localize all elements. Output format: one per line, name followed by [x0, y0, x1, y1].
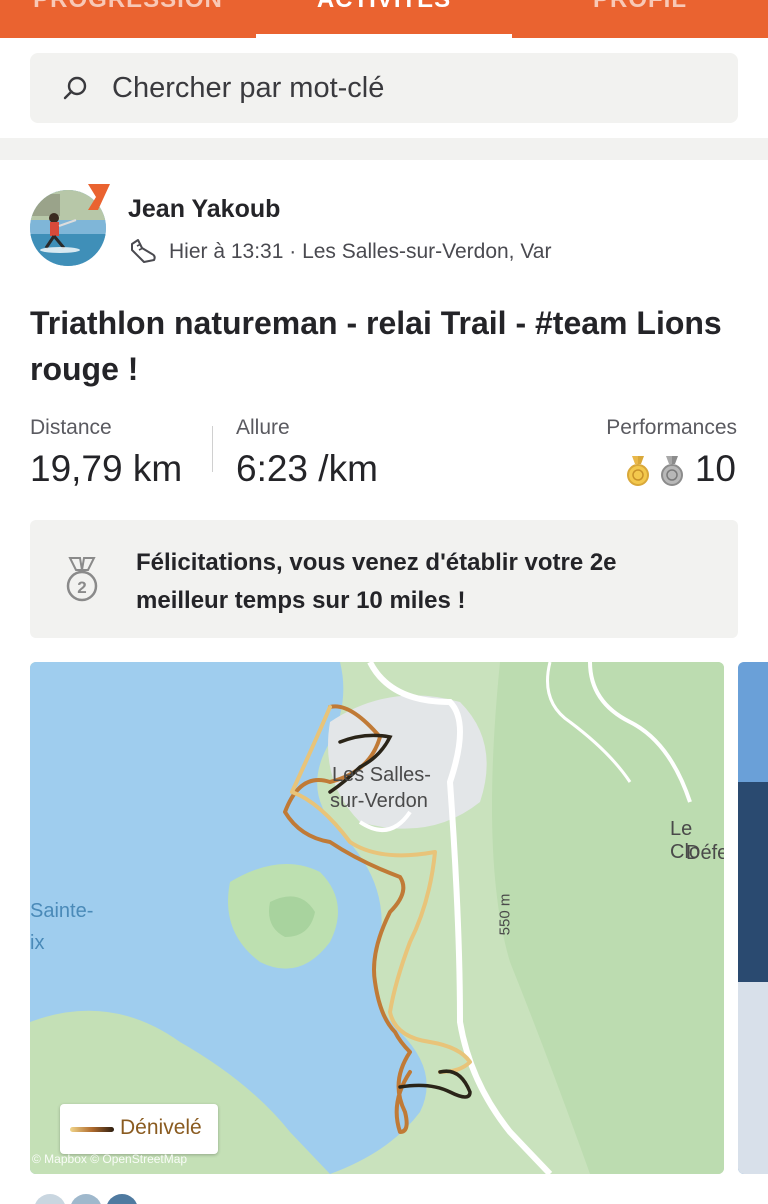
legend-label: Dénivelé [120, 1116, 202, 1139]
elevation-gradient [70, 1127, 114, 1132]
activity-card[interactable]: Jean Yakoub Hier à 13:31 · Les Salles-su… [0, 160, 768, 1204]
tab-profil[interactable]: PROFIL [512, 0, 768, 16]
subscriber-badge-icon [88, 184, 110, 210]
pace-label: Allure [236, 416, 290, 439]
distance-label: Distance [30, 416, 112, 439]
map-attribution[interactable]: © Mapbox © OpenStreetMap [32, 1152, 187, 1166]
medal-rank: 2 [77, 578, 86, 597]
elevation-legend[interactable]: Dénivelé [60, 1104, 218, 1154]
search-bar[interactable]: Chercher par mot-clé [30, 53, 738, 123]
map-lake-label: Sainte- [30, 900, 94, 922]
pace-value: 6:23 /km [236, 448, 378, 489]
athlete-name[interactable]: Jean Yakoub [128, 195, 280, 224]
map-town-label: Les Salles- [332, 764, 431, 786]
medals-icon [627, 456, 683, 486]
map-place-label-2: Défe [686, 842, 724, 864]
distance-value: 19,79 km [30, 448, 183, 489]
activity-meta: Hier à 13:31 · Les Salles-sur-Verdon, Va… [169, 240, 552, 263]
map-lake-label-2: ix [30, 932, 45, 954]
map-canvas [30, 662, 724, 1174]
tab-activites[interactable]: ACTIVITÉS [256, 0, 512, 16]
search-section: Chercher par mot-clé [0, 38, 768, 138]
search-input[interactable]: Chercher par mot-clé [112, 53, 384, 123]
activity-title[interactable]: Triathlon natureman - relai Trail - #tea… [30, 300, 730, 392]
map-town-label-2: sur-Verdon [330, 790, 428, 812]
tab-progression[interactable]: PROGRESSION [0, 0, 256, 16]
achievement-text: Félicitations, vous venez d'établir votr… [136, 549, 617, 614]
map-elevation-label: 550 m [496, 893, 514, 936]
shoe-icon [131, 239, 156, 263]
performances-count: 10 [694, 448, 736, 489]
performances-label: Performances [606, 416, 737, 439]
silver-medal-icon: 2 [66, 557, 98, 602]
next-media-preview[interactable] [738, 662, 768, 1174]
section-divider [0, 138, 768, 160]
achievement-banner[interactable]: 2 Félicitations, vous venez d'établir vo… [30, 520, 738, 638]
route-map[interactable]: Les Salles- sur-Verdon Sainte- ix Le Clo… [30, 662, 724, 1174]
kudos-avatars[interactable] [30, 1194, 150, 1204]
search-icon [63, 76, 87, 100]
photo-thumbnail [738, 662, 768, 1174]
top-tab-bar: PROGRESSION ACTIVITÉS PROFIL [0, 0, 768, 38]
stat-divider [212, 426, 213, 472]
